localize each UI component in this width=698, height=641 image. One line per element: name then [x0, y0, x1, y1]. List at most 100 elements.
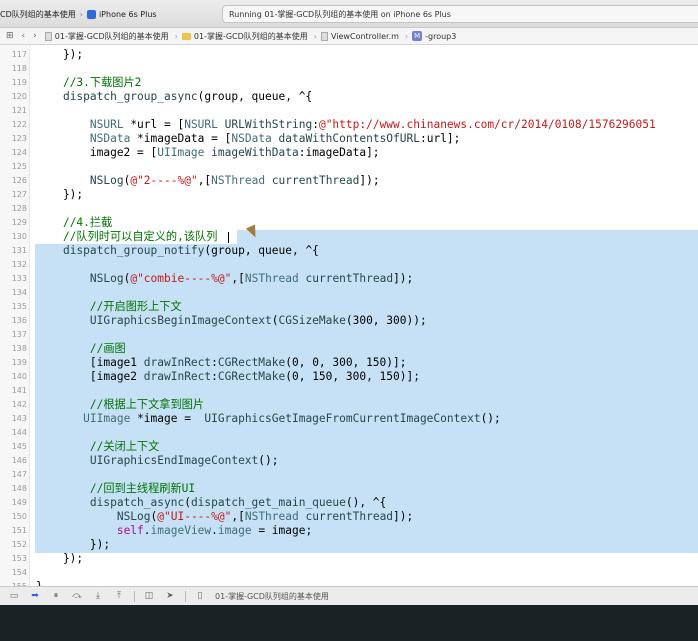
- scheme-selector[interactable]: CD队列组的基本使用 › iPhone 6s Plus: [0, 6, 157, 22]
- code-text[interactable]: NSURL *url = [NSURL URLWithString:@"http…: [36, 118, 656, 132]
- scheme-name: CD队列组的基本使用: [0, 9, 76, 19]
- code-text[interactable]: dispatch_group_async(group, queue, ^{: [36, 90, 312, 104]
- code-line[interactable]: 152 });: [0, 538, 698, 552]
- code-line[interactable]: 121: [0, 104, 698, 118]
- breadcrumb-group-label: 01-掌握-GCD队列组的基本使用: [193, 31, 308, 41]
- code-line[interactable]: 148 //回到主线程刷新UI: [0, 482, 698, 496]
- code-line[interactable]: 138 //画图: [0, 342, 698, 356]
- code-text[interactable]: NSLog(@"combie----%@",[NSThread currentT…: [36, 272, 413, 286]
- breadcrumb-method[interactable]: M -group3: [412, 31, 456, 41]
- code-line[interactable]: 127 });: [0, 188, 698, 202]
- code-text[interactable]: //4.拦截: [36, 216, 112, 230]
- code-text[interactable]: //画图: [36, 342, 126, 356]
- code-text[interactable]: });: [36, 552, 83, 566]
- pause-icon[interactable]: ⏸: [50, 591, 62, 601]
- code-text[interactable]: //根据上下文拿到图片: [36, 398, 204, 412]
- code-line[interactable]: 150 NSLog(@"UI----%@",[NSThread currentT…: [0, 510, 698, 524]
- breadcrumb-group[interactable]: 01-掌握-GCD队列组的基本使用: [181, 31, 308, 42]
- code-line[interactable]: 146 UIGraphicsEndImageContext();: [0, 454, 698, 468]
- line-number: 137: [11, 330, 27, 339]
- simulate-location-icon[interactable]: ➤: [164, 591, 176, 601]
- scheme-separator-icon: ›: [79, 9, 83, 19]
- code-line[interactable]: 137: [0, 328, 698, 342]
- step-into-icon[interactable]: ⤓: [92, 591, 104, 601]
- line-number: 120: [11, 92, 27, 101]
- source-editor[interactable]: 117 }); 118 119 //3.下载图片2 120 dispatch_grou…: [0, 45, 698, 586]
- breadcrumb-method-label: -group3: [425, 31, 457, 41]
- code-line[interactable]: 145 //关闭上下文: [0, 440, 698, 454]
- breadcrumb-project[interactable]: 01-掌握-GCD队列组的基本使用: [44, 31, 169, 42]
- forward-icon[interactable]: ›: [33, 31, 37, 41]
- step-out-icon[interactable]: ⤒: [113, 591, 125, 601]
- code-line[interactable]: 131 dispatch_group_notify(group, queue, …: [0, 244, 698, 258]
- code-line[interactable]: 134: [0, 286, 698, 300]
- code-line[interactable]: 132: [0, 258, 698, 272]
- code-line[interactable]: 123 NSData *imageData = [NSData dataWith…: [0, 132, 698, 146]
- code-line[interactable]: 144: [0, 426, 698, 440]
- line-number: 142: [11, 400, 27, 409]
- code-text[interactable]: });: [36, 188, 83, 202]
- code-text[interactable]: //回到主线程刷新UI: [36, 482, 195, 496]
- code-text[interactable]: [image1 drawInRect:CGRectMake(0, 0, 300,…: [36, 356, 407, 370]
- code-line[interactable]: 139 [image1 drawInRect:CGRectMake(0, 0, …: [0, 356, 698, 370]
- code-text[interactable]: //关闭上下文: [36, 440, 159, 454]
- code-line[interactable]: 124 image2 = [UIImage imageWithData:imag…: [0, 146, 698, 160]
- text-caret: [228, 232, 229, 243]
- code-line[interactable]: 135 //开启图形上下文: [0, 300, 698, 314]
- code-line[interactable]: 126 NSLog(@"2----%@",[NSThread currentTh…: [0, 174, 698, 188]
- code-line[interactable]: 153 });: [0, 552, 698, 566]
- code-text[interactable]: });: [36, 48, 83, 62]
- step-over-icon[interactable]: ⤼: [71, 591, 83, 601]
- code-line[interactable]: 119 //3.下载图片2: [0, 76, 698, 90]
- line-number: 132: [11, 260, 27, 269]
- breadcrumb-chevron-icon: ›: [313, 31, 317, 41]
- code-line[interactable]: 128: [0, 202, 698, 216]
- code-line[interactable]: 117 });: [0, 48, 698, 62]
- code-text[interactable]: });: [36, 538, 110, 552]
- debug-target-label[interactable]: 01-掌握-GCD队列组的基本使用: [215, 591, 329, 602]
- code-text[interactable]: self.imageView.image = image;: [36, 524, 312, 538]
- back-icon[interactable]: ‹: [22, 31, 26, 41]
- view-debugger-icon[interactable]: ◫: [143, 591, 155, 601]
- code-line[interactable]: 154: [0, 566, 698, 580]
- code-line[interactable]: 151 self.imageView.image = image;: [0, 524, 698, 538]
- code-text[interactable]: dispatch_group_notify(group, queue, ^{: [36, 244, 319, 258]
- hide-debug-area-icon[interactable]: ▭: [8, 591, 20, 601]
- line-number: 134: [11, 288, 27, 297]
- breadcrumb-file[interactable]: ViewController.m: [320, 31, 399, 41]
- code-line[interactable]: 122 NSURL *url = [NSURL URLWithString:@"…: [0, 118, 698, 132]
- code-text[interactable]: UIGraphicsEndImageContext();: [36, 454, 279, 468]
- line-number: 147: [11, 470, 27, 479]
- code-text[interactable]: UIImage *image = UIGraphicsGetImageFromC…: [36, 412, 501, 426]
- activity-status: Running 01-掌握-GCD队列组的基本使用 on iPhone 6s P…: [229, 9, 451, 19]
- code-line[interactable]: 140 [image2 drawInRect:CGRectMake(0, 150…: [0, 370, 698, 384]
- code-line[interactable]: 125: [0, 160, 698, 174]
- debug-console-area[interactable]: [0, 605, 698, 641]
- code-text[interactable]: image2 = [UIImage imageWithData:imageDat…: [36, 146, 380, 160]
- code-line[interactable]: 142 //根据上下文拿到图片: [0, 398, 698, 412]
- line-number: 128: [11, 204, 27, 213]
- code-line[interactable]: 147: [0, 468, 698, 482]
- code-line[interactable]: 120 dispatch_group_async(group, queue, ^…: [0, 90, 698, 104]
- code-text[interactable]: dispatch_async(dispatch_get_main_queue()…: [36, 496, 386, 510]
- code-line[interactable]: 141: [0, 384, 698, 398]
- code-line[interactable]: 149 dispatch_async(dispatch_get_main_que…: [0, 496, 698, 510]
- code-line[interactable]: 118: [0, 62, 698, 76]
- activity-viewer: Running 01-掌握-GCD队列组的基本使用 on iPhone 6s P…: [222, 5, 698, 23]
- code-text[interactable]: NSLog(@"UI----%@",[NSThread currentThrea…: [36, 510, 413, 524]
- code-line[interactable]: 143 UIImage *image = UIGraphicsGetImageF…: [0, 412, 698, 426]
- breakpoints-toggle-icon[interactable]: ➡: [29, 591, 41, 601]
- related-items-icon[interactable]: ⊞: [6, 31, 14, 41]
- code-line[interactable]: 133 NSLog(@"combie----%@",[NSThread curr…: [0, 272, 698, 286]
- code-text[interactable]: NSLog(@"2----%@",[NSThread currentThread…: [36, 174, 380, 188]
- code-line[interactable]: 130 //队列时可以自定义的,该队列: [0, 230, 698, 244]
- code-text[interactable]: UIGraphicsBeginImageContext(CGSizeMake(3…: [36, 314, 427, 328]
- code-text[interactable]: [image2 drawInRect:CGRectMake(0, 150, 30…: [36, 370, 420, 384]
- code-text[interactable]: //队列时可以自定义的,该队列: [36, 230, 217, 244]
- code-line[interactable]: 136 UIGraphicsBeginImageContext(CGSizeMa…: [0, 314, 698, 328]
- code-line[interactable]: 129 //4.拦截: [0, 216, 698, 230]
- breadcrumb-chevron-icon: ›: [174, 31, 178, 41]
- code-text[interactable]: //3.下载图片2: [36, 76, 141, 90]
- code-text[interactable]: //开启图形上下文: [36, 300, 182, 314]
- code-text[interactable]: NSData *imageData = [NSData dataWithCont…: [36, 132, 461, 146]
